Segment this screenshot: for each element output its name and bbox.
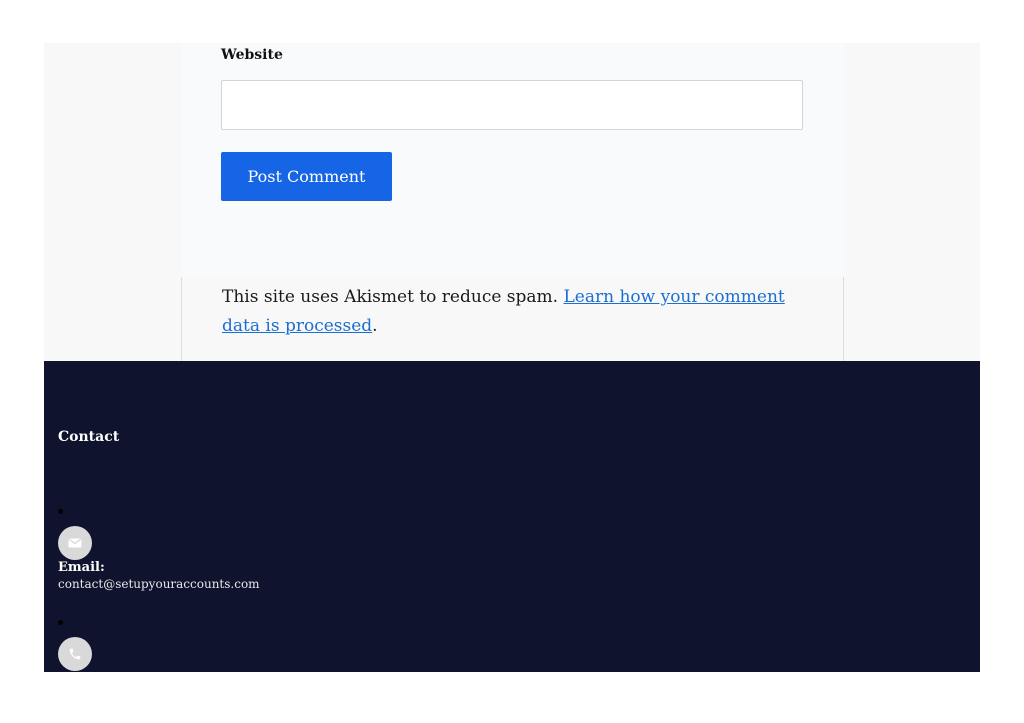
email-label: Email: [58,560,105,575]
phone-icon [58,637,92,671]
website-input[interactable] [221,80,803,130]
list-bullet [58,509,63,514]
footer-title: Contact [58,429,120,445]
comment-column: Website Post Comment This site uses Akis… [181,43,844,361]
comment-form: Website Post Comment [181,43,844,277]
akismet-suffix: . [372,316,378,336]
website-label: Website [221,47,283,63]
post-comment-button[interactable]: Post Comment [221,152,392,201]
akismet-text: This site uses Akismet to reduce spam. L… [222,283,812,341]
list-bullet [58,620,63,625]
email-address: contact@setupyouraccounts.com [58,577,260,591]
site-footer: Contact Email: contact@setupyouraccounts… [44,361,980,672]
page: Website Post Comment This site uses Akis… [44,43,980,672]
akismet-message: This site uses Akismet to reduce spam. [222,287,564,307]
envelope-icon [58,526,92,560]
akismet-notice: This site uses Akismet to reduce spam. L… [181,277,844,361]
